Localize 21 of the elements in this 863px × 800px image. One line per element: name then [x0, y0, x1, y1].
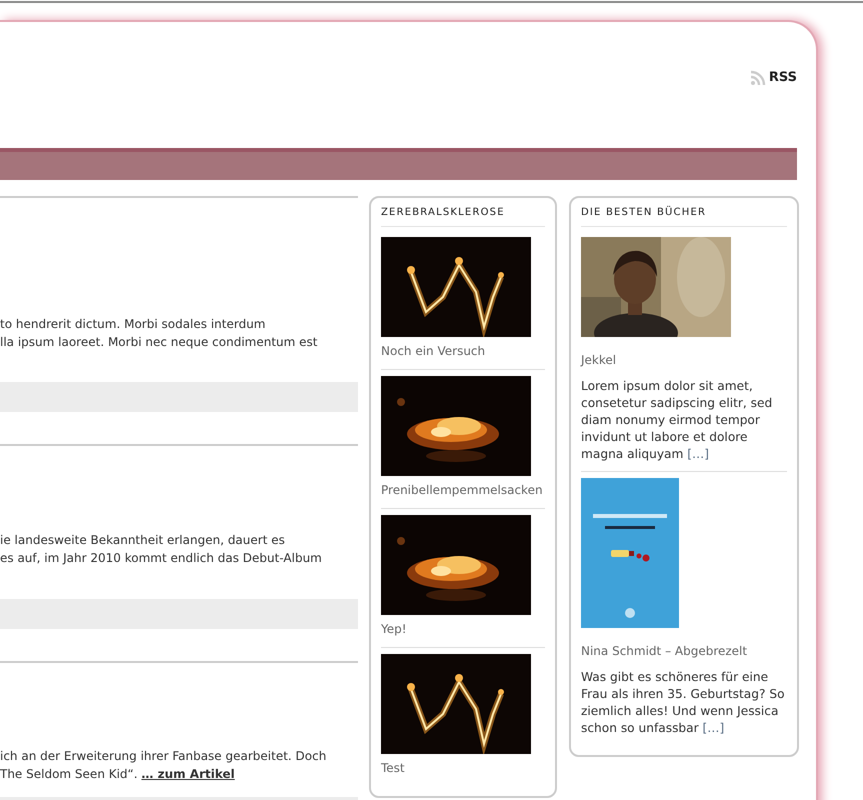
- post-title-link[interactable]: Test: [381, 759, 405, 786]
- read-more-link[interactable]: […]: [702, 721, 724, 735]
- post-excerpt-line: The Seldom Seen Kid“. … zum Artikel: [0, 766, 236, 783]
- book-description: Lorem ipsum dolor sit amet, consetetur sadipscing elitr, sed diam nonumy eirmod tempor invidunt ut labore et dolore magna aliquyam […]: [581, 378, 774, 463]
- rss-link[interactable]: RSS: [750, 68, 797, 88]
- post-title-link[interactable]: Yep!: [381, 620, 407, 647]
- read-more-link[interactable]: […]: [687, 447, 709, 461]
- post-excerpt-line: ie landesweite Bekanntheit erlangen, dauert es: [0, 532, 286, 549]
- widget-title: DIE BESTEN BÜCHER: [581, 207, 787, 227]
- post-excerpt-line: es auf, im Jahr 2010 kommt endlich das Debut-Album: [0, 550, 323, 567]
- post-title-link[interactable]: Jekkel: [581, 351, 616, 378]
- post-excerpt-line: lla ipsum laoreet. Morbi nec neque condimentum est: [0, 334, 318, 351]
- widget-title: ZEREBRALSKLEROSE: [381, 207, 545, 227]
- post-title-link[interactable]: Prenibellempemmelsacken: [381, 481, 543, 508]
- post-title-link[interactable]: Noch ein Versuch: [381, 342, 486, 369]
- book-description: Was gibt es schöneres für eine Frau als ihren 35. Geburtstag? So ziemlich alles! Und wenn Jessica schon so unfassbar […]: [581, 669, 786, 737]
- post-excerpt-line: ich an der Erweiterung ihrer Fanbase gearbeitet. Doch: [0, 748, 328, 765]
- post-title-link[interactable]: Nina Schmidt – Abgebrezelt: [581, 642, 748, 669]
- rss-icon: [750, 70, 766, 86]
- post-excerpt-line: to hendrerit dictum. Morbi sodales interdum: [0, 316, 266, 333]
- read-more-link[interactable]: … zum Artikel: [141, 767, 235, 781]
